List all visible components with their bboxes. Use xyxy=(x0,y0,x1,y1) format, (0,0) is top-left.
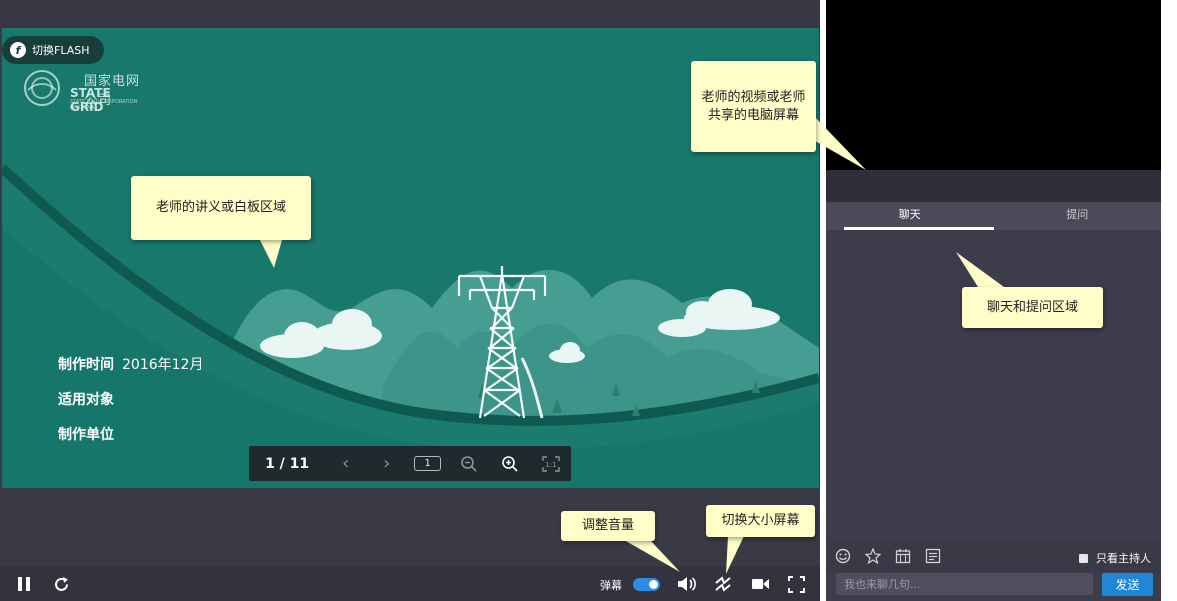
switch-flash-label: 切换FLASH xyxy=(32,44,90,57)
callout-volume: 调整音量 xyxy=(561,511,655,541)
meta-label: 制作单位 xyxy=(58,427,114,443)
video-footer xyxy=(826,170,1161,202)
player-control-bar xyxy=(0,566,820,601)
next-page-icon[interactable]: › xyxy=(366,446,407,481)
volume-icon[interactable] xyxy=(677,574,697,594)
callout-chat: 聊天和提问区域 xyxy=(962,287,1103,328)
notes-icon[interactable] xyxy=(925,548,941,564)
teacher-video-area[interactable] xyxy=(826,0,1161,170)
callout-video: 老师的视频或老师共享的电脑屏幕 xyxy=(691,61,816,152)
zoom-in-icon[interactable] xyxy=(489,446,530,481)
callout-slides: 老师的讲义或白板区域 xyxy=(131,176,311,240)
fit-screen-icon[interactable]: 1:1 xyxy=(530,446,571,481)
flash-icon: f xyxy=(10,42,26,58)
meta-label: 适用对象 xyxy=(58,392,114,408)
fullscreen-icon[interactable] xyxy=(788,574,805,594)
player-top-bar xyxy=(0,0,820,28)
tab-chat[interactable]: 聊天 xyxy=(826,202,994,230)
emoji-icon[interactable] xyxy=(835,548,851,564)
calendar-icon[interactable] xyxy=(895,548,911,564)
host-only-box[interactable] xyxy=(1079,553,1088,563)
meta-label: 制作时间 xyxy=(58,357,114,373)
logo-emblem-icon xyxy=(24,70,60,106)
host-only-label: 只看主持人 xyxy=(1096,552,1151,565)
app-root: 国家电网公司 STATE GRID STATE GRID CORPORATION… xyxy=(0,0,1177,601)
chat-message-list[interactable] xyxy=(826,230,1161,540)
host-only-checkbox[interactable]: 只看主持人 xyxy=(1079,550,1151,566)
company-logo: 国家电网公司 STATE GRID STATE GRID CORPORATION… xyxy=(22,66,140,114)
switch-screen-icon[interactable] xyxy=(714,574,732,594)
page-jump-value: 1 xyxy=(414,456,441,471)
send-button[interactable]: 发送 xyxy=(1102,573,1153,596)
switch-flash-button[interactable]: f 切换FLASH xyxy=(2,36,104,64)
zoom-out-icon[interactable] xyxy=(448,446,489,481)
meta-row-unit: 制作单位 xyxy=(58,424,122,444)
danmu-label: 弹幕 xyxy=(600,579,622,592)
camera-icon[interactable] xyxy=(751,574,770,594)
chat-tabs: 聊天 提问 xyxy=(826,202,1161,230)
prev-page-icon[interactable]: ‹ xyxy=(325,446,366,481)
meta-value: 2016年12月 xyxy=(122,357,204,373)
tab-question[interactable]: 提问 xyxy=(994,202,1162,230)
danmu-toggle[interactable] xyxy=(633,578,660,591)
page-jump-box[interactable]: 1 xyxy=(407,446,448,481)
svg-text:1:1: 1:1 xyxy=(545,461,556,469)
meta-row-time: 制作时间 2016年12月 xyxy=(58,354,203,374)
meta-row-audience: 适用对象 xyxy=(58,389,122,409)
right-margin xyxy=(1161,0,1177,601)
chat-input[interactable] xyxy=(836,573,1093,595)
callout-screen: 切换大小屏幕 xyxy=(706,505,815,537)
pause-icon[interactable] xyxy=(17,574,31,594)
page-indicator: 1 / 11 xyxy=(265,455,310,472)
logo-sub-text: STATE GRID CORPORATION OF CHINA xyxy=(70,99,138,111)
refresh-icon[interactable] xyxy=(53,574,70,594)
flower-icon[interactable] xyxy=(864,547,882,565)
slide-pager: 1 / 11 ‹ › 1 1:1 xyxy=(249,446,571,481)
